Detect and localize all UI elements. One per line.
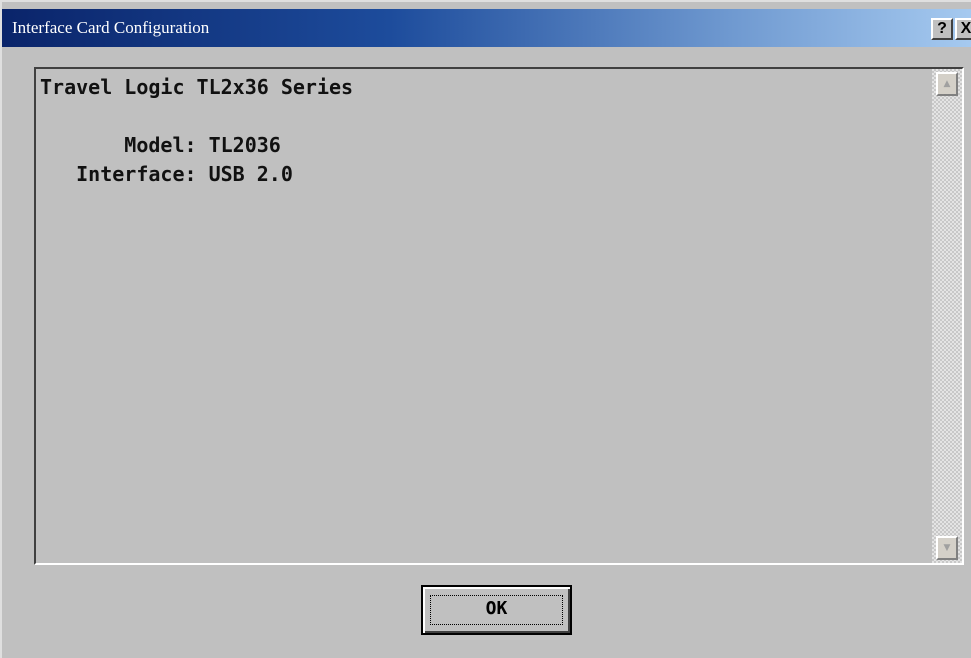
ok-button-label: OK: [485, 598, 508, 619]
ok-button[interactable]: OK: [421, 585, 572, 635]
info-text: Travel Logic TL2x36 Series Model: TL2036…: [40, 73, 353, 189]
close-icon: X: [960, 20, 971, 37]
info-text-area[interactable]: Travel Logic TL2x36 Series Model: TL2036…: [34, 67, 964, 565]
dialog-window: Interface Card Configuration ? X Travel …: [0, 0, 971, 658]
vertical-scrollbar[interactable]: ▲ ▼: [932, 69, 962, 563]
series-line: Travel Logic TL2x36 Series: [40, 75, 354, 99]
interface-line: Interface: USB 2.0: [40, 162, 293, 186]
title-bar[interactable]: Interface Card Configuration ? X: [2, 9, 971, 47]
scroll-down-button[interactable]: ▼: [936, 536, 958, 560]
model-line: Model: TL2036: [40, 133, 281, 157]
scroll-up-button[interactable]: ▲: [936, 72, 958, 96]
close-button[interactable]: X: [955, 18, 971, 40]
arrow-up-icon: ▲: [943, 79, 951, 89]
help-button[interactable]: ?: [931, 18, 953, 40]
window-title: Interface Card Configuration: [12, 18, 210, 37]
help-icon: ?: [937, 20, 947, 37]
arrow-down-icon: ▼: [943, 543, 951, 553]
